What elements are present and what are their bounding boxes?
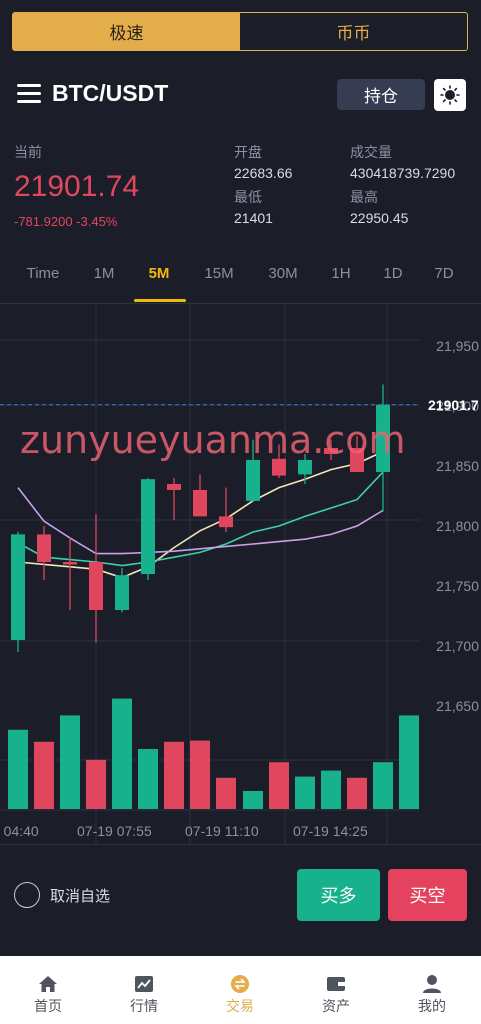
favorite-toggle[interactable] bbox=[14, 882, 40, 908]
bottom-navigation: 首页 行情 交易 资产 我的 bbox=[0, 956, 481, 1024]
timeframe-7d[interactable]: 7D bbox=[434, 265, 453, 282]
y-axis-tick-label: 21,650 bbox=[436, 698, 479, 714]
open-value: 22683.66 bbox=[234, 165, 293, 181]
x-axis-tick-label: 07-19 14:25 bbox=[293, 823, 368, 839]
volume-value: 430418739.7290 bbox=[350, 165, 456, 181]
volume-bar bbox=[86, 759, 106, 809]
buy-long-button[interactable]: 买多 bbox=[297, 869, 380, 921]
candle-body bbox=[63, 562, 77, 565]
market-chart-icon bbox=[133, 974, 155, 994]
y-axis-tick-label: 21,950 bbox=[436, 338, 479, 354]
buy-short-button[interactable]: 买空 bbox=[388, 869, 467, 921]
price-stats: 当前 21901.74 -781.9200 -3.45% 开盘 22683.66… bbox=[0, 140, 481, 240]
kline-chart[interactable]: 21,950 21,900 21,850 21,800 21,750 21,700 21,6… bbox=[0, 304, 481, 844]
volume-bar bbox=[399, 715, 419, 809]
volume-bar bbox=[34, 741, 54, 809]
x-axis-tick-label: 07-19 11:10 bbox=[185, 823, 259, 839]
kline-chart-svg: 21,95021,90021,85021,80021,75021,70021,6… bbox=[0, 304, 479, 844]
current-label: 当前 bbox=[14, 145, 42, 161]
volume-label: 成交量 bbox=[350, 145, 392, 161]
mode-switch: 极速 币币 bbox=[12, 12, 468, 51]
mode-tab-fast[interactable]: 极速 bbox=[13, 13, 240, 50]
volume-bar bbox=[295, 776, 315, 809]
candle-body bbox=[37, 534, 51, 562]
open-label: 开盘 bbox=[234, 145, 262, 161]
mode-tab-coin[interactable]: 币币 bbox=[240, 13, 467, 50]
timeframe-bar: Time 1M 5M 15M 30M 1H 1D 7D bbox=[0, 256, 481, 304]
volume-bar bbox=[164, 741, 184, 809]
volume-bar bbox=[347, 777, 367, 809]
nav-home[interactable]: 首页 bbox=[0, 956, 96, 1024]
nav-market[interactable]: 行情 bbox=[96, 956, 192, 1024]
favorite-label[interactable]: 取消自选 bbox=[50, 885, 110, 906]
nav-assets-label: 资产 bbox=[322, 999, 350, 1015]
nav-profile-label: 我的 bbox=[418, 999, 446, 1015]
volume-bar bbox=[269, 762, 289, 809]
volume-bar bbox=[216, 777, 236, 809]
candle-body bbox=[219, 516, 233, 528]
last-price-label: 21901.7 bbox=[428, 397, 479, 413]
header: BTC/USDT 持仓 bbox=[0, 72, 481, 116]
y-axis-tick-label: 21,700 bbox=[436, 638, 479, 654]
y-axis-tick-label: 21,850 bbox=[436, 458, 479, 474]
sun-icon bbox=[440, 85, 460, 105]
x-axis-tick-label: 07-19 07:55 bbox=[77, 823, 152, 839]
timeframe-time[interactable]: Time bbox=[27, 265, 60, 282]
timeframe-1m[interactable]: 1M bbox=[94, 265, 115, 282]
home-icon bbox=[37, 974, 59, 994]
volume-bar bbox=[190, 740, 210, 809]
nav-trade-label: 交易 bbox=[226, 999, 254, 1015]
nav-market-label: 行情 bbox=[130, 999, 158, 1015]
volume-bar bbox=[60, 715, 80, 809]
nav-home-label: 首页 bbox=[34, 999, 62, 1015]
low-label: 最低 bbox=[234, 190, 262, 206]
candle-body bbox=[193, 490, 207, 517]
timeframe-1h[interactable]: 1H bbox=[331, 265, 350, 282]
volume-bar bbox=[112, 698, 132, 809]
low-value: 21401 bbox=[234, 210, 273, 226]
nav-profile[interactable]: 我的 bbox=[384, 956, 480, 1024]
timeframe-15m[interactable]: 15M bbox=[204, 265, 233, 282]
trade-exchange-icon bbox=[229, 974, 251, 994]
candle-body bbox=[11, 534, 25, 640]
pair-title: BTC/USDT bbox=[52, 80, 169, 106]
volume-bar bbox=[321, 770, 341, 809]
x-axis-tick-label: 9 04:40 bbox=[0, 823, 39, 839]
position-button[interactable]: 持仓 bbox=[337, 79, 425, 110]
high-value: 22950.45 bbox=[350, 210, 409, 226]
candle-body bbox=[141, 479, 155, 574]
y-axis-tick-label: 21,750 bbox=[436, 578, 479, 594]
timeframe-5m[interactable]: 5M bbox=[149, 265, 170, 282]
candle-body bbox=[167, 484, 181, 490]
volume-bar bbox=[8, 729, 28, 809]
trade-actions: 取消自选 买多 买空 bbox=[0, 844, 481, 954]
candle-body bbox=[246, 460, 260, 501]
candle-body bbox=[89, 562, 103, 610]
candle-body bbox=[115, 575, 129, 610]
current-price: 21901.74 bbox=[14, 170, 140, 203]
nav-assets[interactable]: 资产 bbox=[288, 956, 384, 1024]
theme-toggle-button[interactable] bbox=[434, 79, 466, 111]
volume-bar bbox=[138, 749, 158, 809]
y-axis-tick-label: 21,800 bbox=[436, 518, 479, 534]
candle-body bbox=[298, 460, 312, 475]
user-profile-icon bbox=[421, 974, 443, 994]
timeframe-30m[interactable]: 30M bbox=[268, 265, 297, 282]
volume-bar bbox=[243, 791, 263, 809]
active-timeframe-indicator bbox=[134, 299, 186, 302]
watermark-text: zunyueyuanma.com bbox=[20, 418, 406, 462]
nav-trade[interactable]: 交易 bbox=[192, 956, 288, 1024]
wallet-icon bbox=[325, 974, 347, 994]
price-change: -781.9200 -3.45% bbox=[14, 214, 118, 229]
timeframe-1d[interactable]: 1D bbox=[383, 265, 402, 282]
high-label: 最高 bbox=[350, 190, 378, 206]
hamburger-menu-icon[interactable] bbox=[17, 84, 41, 104]
volume-bar bbox=[373, 762, 393, 809]
